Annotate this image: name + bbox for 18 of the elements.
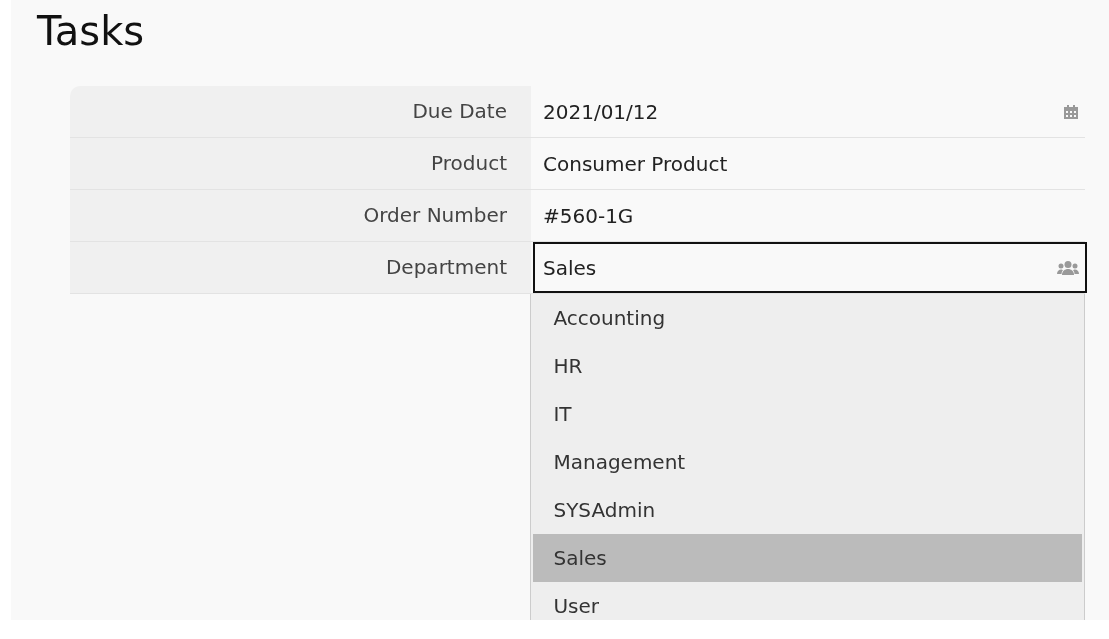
value-field[interactable]: Consumer Product — [531, 138, 1085, 189]
value-field[interactable]: 2021/01/12 — [531, 86, 1085, 137]
field-label: Due Date — [70, 86, 531, 137]
dropdown-option[interactable]: User — [533, 582, 1082, 620]
dropdown-option[interactable]: Sales — [533, 534, 1082, 582]
dropdown-option[interactable]: Management — [533, 438, 1082, 486]
field-label: Department — [70, 242, 531, 293]
people-icon[interactable] — [1057, 259, 1079, 276]
dropdown-option[interactable]: Accounting — [533, 294, 1082, 342]
calendar-icon[interactable] — [1063, 103, 1079, 120]
dropdown-option[interactable]: IT — [533, 390, 1082, 438]
dropdown-option[interactable]: HR — [533, 342, 1082, 390]
value-field[interactable]: #560-1G — [531, 190, 1085, 241]
field-label: Product — [70, 138, 531, 189]
field-label: Order Number — [70, 190, 531, 241]
dropdown-option[interactable]: SYSAdmin — [533, 486, 1082, 534]
value-field[interactable]: Sales — [533, 242, 1087, 293]
page-title: Tasks — [37, 7, 145, 56]
